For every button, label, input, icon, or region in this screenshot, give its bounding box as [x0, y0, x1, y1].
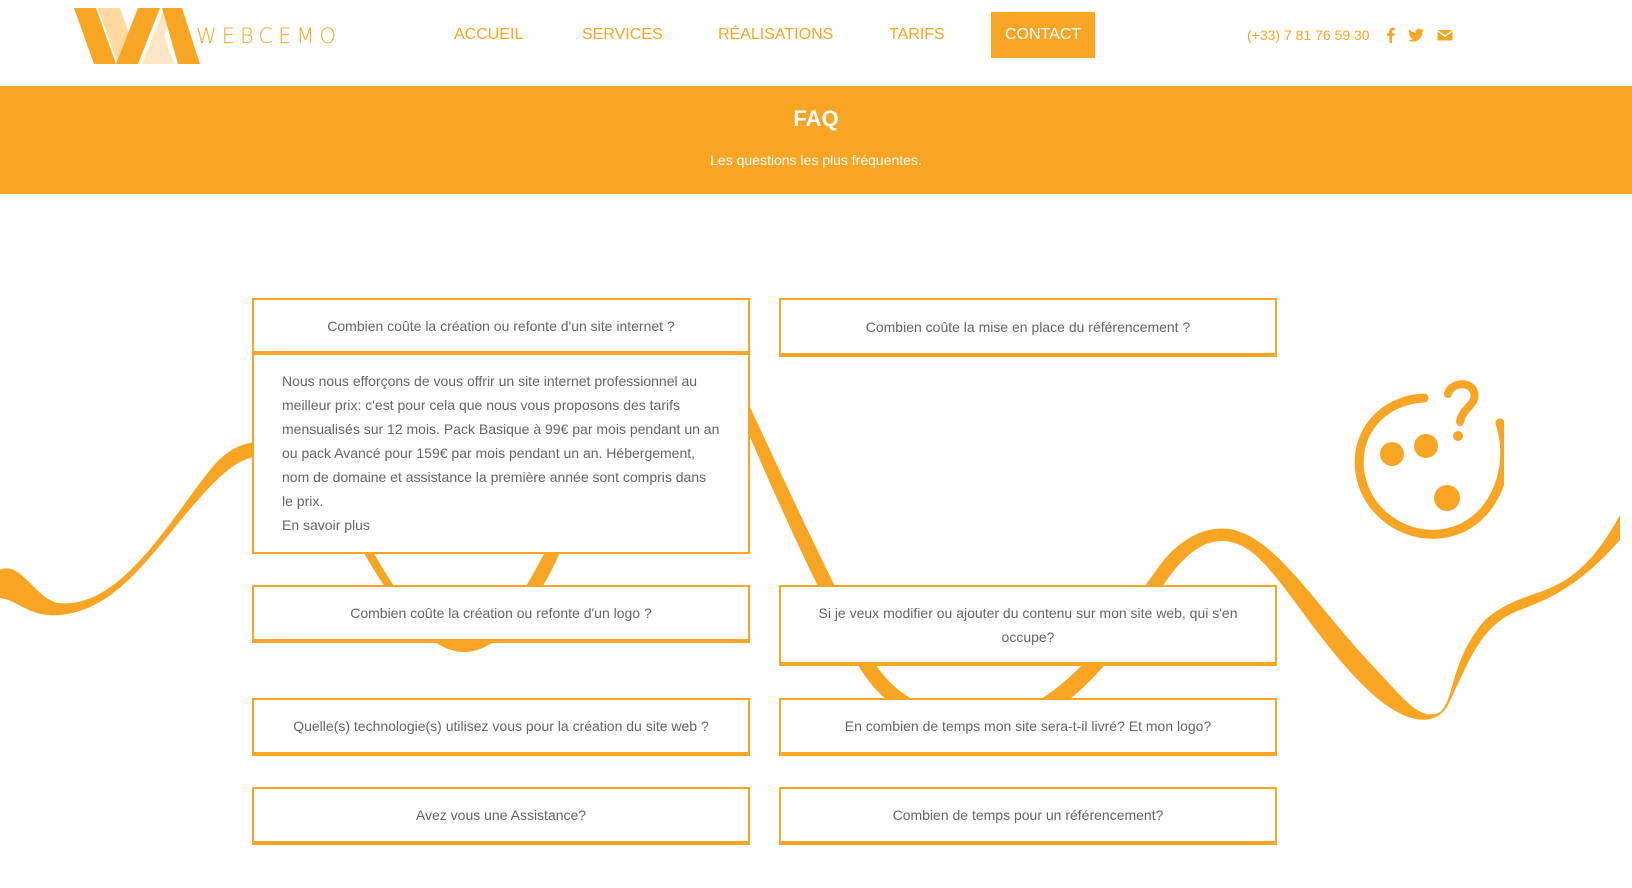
page-title: FAQ	[793, 106, 839, 131]
faq-item[interactable]: Combien coûte la création ou refonte d'u…	[252, 298, 750, 355]
question-face-icon	[1354, 380, 1504, 539]
faq-question: Combien de temps pour un référencement?	[892, 807, 1164, 823]
logo-text: WEBCEMO	[196, 24, 341, 48]
faq-answer-text: Nous nous efforçons de vous offrir un si…	[282, 373, 720, 509]
faq-item[interactable]: Avez vous une Assistance?	[252, 787, 750, 845]
faq-item[interactable]: Combien coûte la création ou refonte d'u…	[252, 585, 750, 643]
nav-item-realisations[interactable]: RÉALISATIONS	[718, 12, 833, 58]
envelope-icon[interactable]	[1436, 26, 1454, 44]
faq-question: Combien coûte la création ou refonte d'u…	[350, 605, 652, 621]
faq-answer: Nous nous efforçons de vous offrir un si…	[252, 353, 750, 554]
faq-item[interactable]: En combien de temps mon site sera-t-il l…	[779, 698, 1277, 756]
faq-question: Combien coûte la création ou refonte d'u…	[327, 317, 675, 334]
faq-banner: FAQ Les questions les plus fréquentes.	[0, 86, 1632, 194]
twitter-icon[interactable]	[1407, 26, 1425, 44]
faq-question: Combien coûte la mise en place du référe…	[865, 318, 1191, 335]
faq-item[interactable]: Combien de temps pour un référencement?	[779, 787, 1277, 845]
page-subtitle: Les questions les plus fréquentes.	[710, 152, 922, 168]
faq-question: En combien de temps mon site sera-t-il l…	[844, 718, 1212, 734]
nav-item-contact[interactable]: CONTACT	[991, 12, 1096, 58]
faq-item[interactable]: Combien coûte la mise en place du référe…	[779, 298, 1277, 357]
faq-item[interactable]: Si je veux modifier ou ajouter du conten…	[779, 585, 1277, 666]
faq-question: Quelle(s) technologie(s) utilisez vous p…	[293, 718, 709, 734]
faq-question: Si je veux modifier ou ajouter du conten…	[818, 604, 1238, 645]
nav-item-accueil[interactable]: ACCUEIL	[454, 12, 523, 58]
facebook-icon[interactable]	[1382, 26, 1400, 44]
nav-item-tarifs[interactable]: TARIFS	[889, 12, 945, 58]
nav-item-services[interactable]: SERVICES	[582, 12, 663, 58]
faq-question: Avez vous une Assistance?	[415, 807, 587, 823]
read-more-link[interactable]: En savoir plus	[282, 517, 370, 533]
phone-number[interactable]: (+33) 7 81 76 59 30	[1247, 27, 1370, 43]
faq-item[interactable]: Quelle(s) technologie(s) utilisez vous p…	[252, 698, 750, 756]
site-header: WEBCEMO ACCUEIL SERVICES RÉALISATIONS TA…	[0, 0, 1632, 86]
